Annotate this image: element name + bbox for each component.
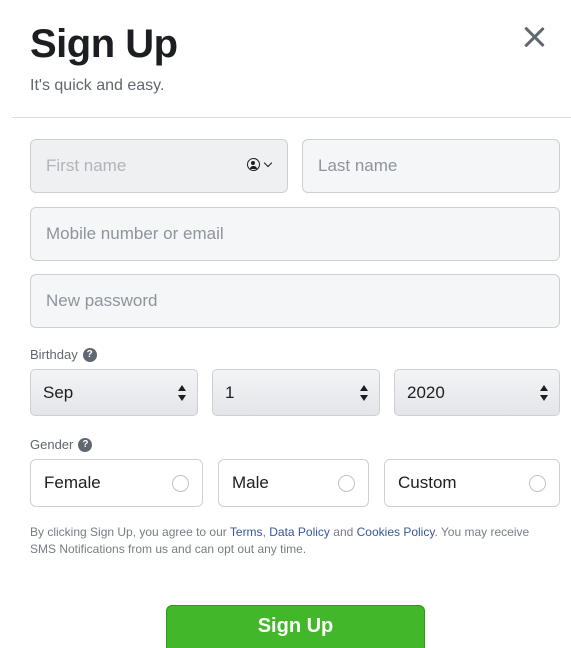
gender-label-row: Gender ? (30, 437, 93, 452)
header-divider (12, 117, 571, 118)
terms-sep: and (329, 525, 357, 539)
birthday-month-value: Sep (43, 382, 74, 402)
birthday-day-select[interactable]: 1 (212, 369, 380, 416)
first-name-placeholder: First name (46, 156, 127, 175)
password-input[interactable]: New password (30, 274, 560, 328)
page-subtitle: It's quick and easy. (30, 77, 165, 94)
select-arrows-icon (360, 385, 368, 401)
birthday-year-value: 2020 (407, 382, 445, 402)
gender-option-male[interactable]: Male (218, 459, 369, 507)
gender-option-label: Female (44, 473, 101, 492)
birthday-month-select[interactable]: Sep (30, 369, 198, 416)
help-icon[interactable]: ? (82, 347, 97, 362)
dialog-header: Sign Up It's quick and easy. (30, 20, 178, 96)
last-name-placeholder: Last name (318, 156, 398, 175)
data-policy-link[interactable]: Data Policy (269, 525, 330, 539)
birthday-year-select[interactable]: 2020 (394, 369, 560, 416)
contact-input[interactable]: Mobile number or email (30, 207, 560, 261)
chevron-down-icon (263, 158, 273, 168)
sign-up-button[interactable]: Sign Up (166, 605, 425, 648)
cookies-policy-link[interactable]: Cookies Policy (357, 525, 435, 539)
birthday-label: Birthday (30, 347, 78, 362)
help-icon[interactable]: ? (78, 437, 93, 452)
terms-prefix: By clicking Sign Up, you agree to our (30, 525, 230, 539)
first-name-input[interactable]: First name (30, 139, 288, 193)
last-name-input[interactable]: Last name (302, 139, 560, 193)
page-title: Sign Up (30, 22, 178, 66)
gender-label: Gender (30, 437, 74, 452)
radio-button[interactable] (172, 475, 189, 492)
gender-option-label: Male (232, 473, 269, 492)
account-chooser-icon[interactable] (247, 158, 273, 171)
radio-button[interactable] (529, 475, 546, 492)
birthday-day-value: 1 (225, 382, 235, 402)
radio-button[interactable] (338, 475, 355, 492)
user-circle-icon (247, 158, 260, 171)
select-arrows-icon (178, 385, 186, 401)
select-arrows-icon (540, 385, 548, 401)
contact-placeholder: Mobile number or email (46, 224, 224, 243)
gender-option-custom[interactable]: Custom (384, 459, 560, 507)
terms-link[interactable]: Terms (230, 525, 263, 539)
gender-option-label: Custom (398, 473, 457, 492)
birthday-label-row: Birthday ? (30, 347, 97, 362)
terms-text: By clicking Sign Up, you agree to our Te… (30, 524, 530, 557)
close-icon[interactable] (523, 26, 545, 48)
gender-option-female[interactable]: Female (30, 459, 203, 507)
password-placeholder: New password (46, 291, 158, 310)
